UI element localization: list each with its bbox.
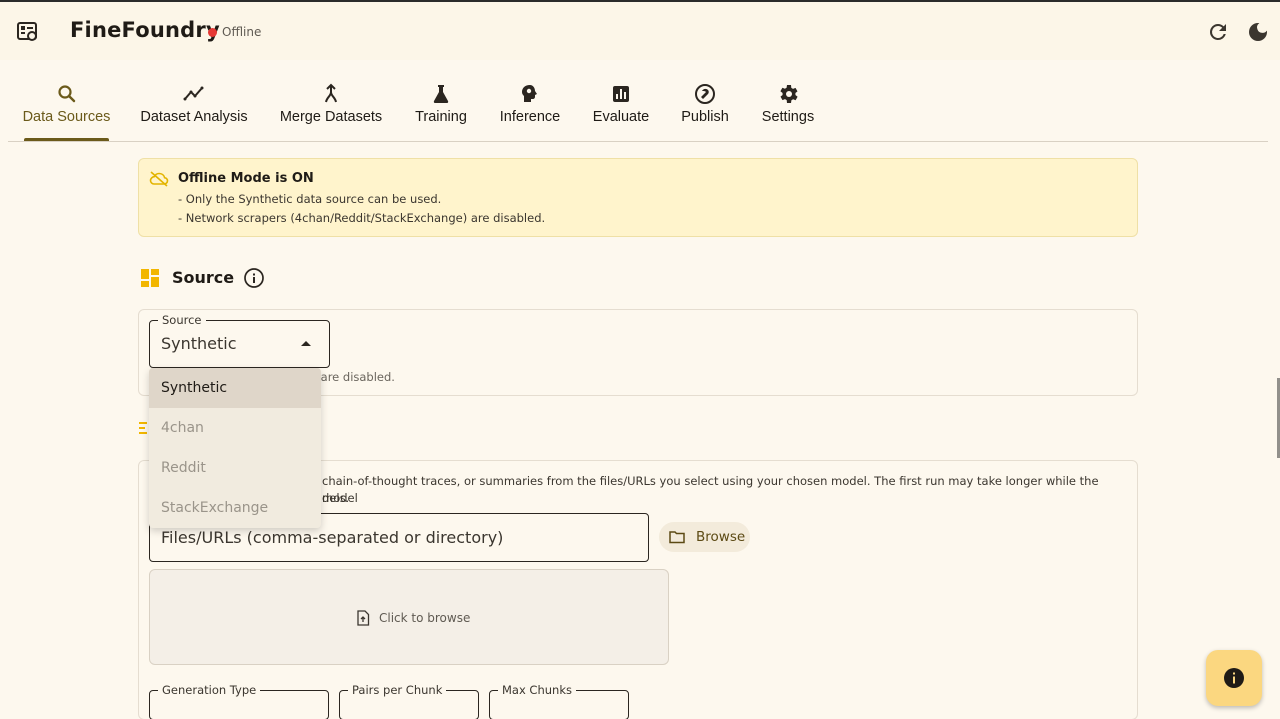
merge-icon	[325, 83, 337, 103]
trending-icon	[183, 86, 204, 101]
tab-bar: Data Sources Dataset Analysis Merge Data…	[8, 80, 1268, 142]
refresh-icon[interactable]	[1206, 20, 1230, 44]
select-label: Source	[158, 313, 206, 327]
offline-banner: Offline Mode is ON - Only the Synthetic …	[138, 158, 1138, 237]
tab-label: Merge Datasets	[279, 109, 383, 125]
file-dropzone[interactable]: Click to browse	[149, 569, 669, 665]
max-chunks-field[interactable]: Max Chunks	[489, 683, 629, 719]
menu-item-synthetic[interactable]: Synthetic	[149, 368, 321, 408]
dashboard-icon	[141, 269, 159, 287]
menu-item-4chan: 4chan	[149, 408, 321, 448]
banner-title: Offline Mode is ON	[178, 171, 314, 186]
source-helper-text: s are disabled.	[311, 370, 395, 384]
section-title: Source	[172, 268, 235, 287]
field-label: Max Chunks	[498, 683, 576, 697]
browse-button[interactable]: Browse	[659, 522, 750, 552]
tab-label: Publish	[681, 109, 729, 125]
select-value: Synthetic	[161, 334, 237, 353]
dropzone-label: Click to browse	[379, 611, 471, 625]
file-upload-icon	[357, 610, 370, 626]
field-label: Pairs per Chunk	[348, 683, 447, 697]
tab-data-sources[interactable]: Data Sources	[18, 80, 115, 142]
tab-publish[interactable]: Publish	[678, 80, 732, 142]
pairs-per-chunk-field[interactable]: Pairs per Chunk	[339, 683, 479, 719]
search-icon	[57, 85, 75, 103]
dark-mode-icon[interactable]	[1246, 20, 1270, 44]
browse-label: Browse	[696, 529, 746, 545]
banner-line: - Network scrapers (4chan/Reddit/StackEx…	[178, 211, 546, 225]
menu-item-reddit: Reddit	[149, 448, 321, 488]
caret-up-icon	[301, 341, 311, 346]
field-label: Generation Type	[158, 683, 261, 697]
app-title: FineFoundry	[70, 18, 220, 42]
source-select[interactable]: Source Synthetic	[149, 313, 330, 368]
menu-item-stackexchange: StackExchange	[149, 488, 321, 528]
gear-icon	[780, 85, 798, 103]
brain-icon	[522, 85, 537, 102]
tab-label: Settings	[761, 109, 815, 125]
folder-icon	[669, 531, 685, 544]
cloud-off-icon	[149, 171, 169, 187]
publish-icon	[695, 84, 715, 104]
tab-evaluate[interactable]: Evaluate	[592, 80, 650, 142]
tab-dataset-analysis[interactable]: Dataset Analysis	[138, 80, 250, 142]
tab-inference[interactable]: Inference	[497, 80, 563, 142]
menu-item-label: 4chan	[161, 420, 204, 436]
generation-description-cont: dels.	[322, 491, 350, 505]
status-dot	[208, 28, 217, 37]
app-logo-icon	[17, 22, 37, 41]
menu-item-label: Synthetic	[161, 380, 228, 396]
banner-line: - Only the Synthetic data source can be …	[178, 192, 442, 206]
info-fab-button[interactable]	[1206, 650, 1262, 706]
tab-label: Inference	[499, 109, 561, 125]
generation-type-select[interactable]: Generation Type	[149, 683, 329, 719]
info-icon	[1224, 668, 1244, 688]
status-label: Offline	[222, 25, 262, 39]
tab-settings[interactable]: Settings	[758, 80, 818, 142]
tab-label: Training	[415, 109, 467, 125]
tab-label: Evaluate	[592, 109, 650, 125]
menu-item-label: Reddit	[161, 460, 206, 476]
flask-icon	[433, 85, 449, 103]
tab-label: Data Sources	[22, 109, 111, 125]
active-tab-indicator	[24, 138, 109, 141]
bar-chart-icon	[613, 86, 629, 102]
tab-merge-datasets[interactable]: Merge Datasets	[278, 80, 384, 142]
info-icon[interactable]	[243, 267, 265, 289]
app-bar: FineFoundry Offline	[0, 0, 1280, 60]
tab-label: Dataset Analysis	[140, 109, 248, 125]
menu-item-label: StackExchange	[161, 500, 269, 516]
source-dropdown-menu: Synthetic 4chan Reddit StackExchange	[149, 368, 321, 528]
tab-training[interactable]: Training	[412, 80, 470, 142]
